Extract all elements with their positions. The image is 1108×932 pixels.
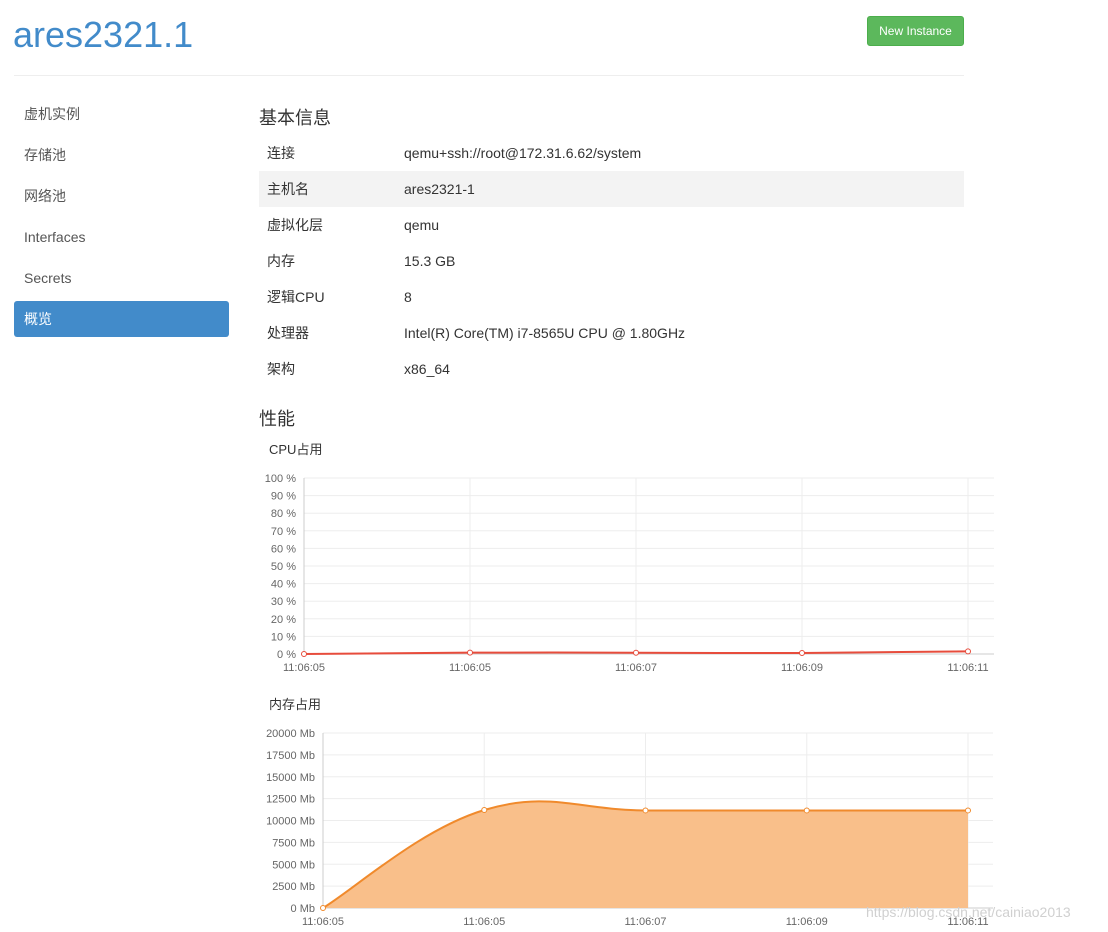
info-value: qemu — [404, 217, 440, 233]
sidebar-item-instances[interactable]: 虚机实例 — [14, 96, 229, 132]
info-row-memory: 内存 15.3 GB — [259, 243, 964, 279]
info-key: 架构 — [267, 361, 295, 377]
y-tick-label: 7500 Mb — [272, 837, 315, 849]
y-tick-label: 12500 Mb — [266, 794, 315, 806]
y-tick-label: 70 % — [271, 526, 296, 538]
x-tick-label: 11:06:11 — [947, 662, 988, 674]
info-key: 内存 — [267, 253, 295, 269]
info-value: ares2321-1 — [404, 171, 964, 207]
header-divider — [14, 75, 964, 76]
y-tick-label: 60 % — [271, 543, 296, 555]
memory-chart-title: 内存占用 — [269, 697, 322, 712]
sidebar-nav: 虚机实例 存储池 网络池 Interfaces Secrets 概览 — [14, 96, 229, 342]
y-tick-label: 30 % — [271, 596, 296, 608]
x-tick-label: 11:06:05 — [283, 662, 325, 674]
y-tick-label: 20000 Mb — [266, 728, 315, 740]
y-tick-label: 10000 Mb — [266, 816, 315, 828]
memory-data-point — [803, 807, 810, 814]
cpu-usage-chart: 100 % 90 % 80 % 70 % 60 % 50 % 40 % 30 % 20 % 10 … — [265, 473, 994, 674]
memory-data-point — [320, 905, 326, 911]
cpu-data-point — [633, 649, 639, 656]
y-tick-label: 2500 Mb — [272, 881, 315, 893]
y-tick-label: 50 % — [271, 561, 296, 573]
y-tick-label: 100 % — [265, 473, 296, 485]
info-key: 主机名 — [259, 171, 404, 207]
y-tick-label: 90 % — [271, 491, 296, 503]
x-tick-label: 11:06:05 — [302, 916, 344, 928]
cpu-data-point — [467, 649, 473, 656]
x-tick-label: 11:06:09 — [781, 662, 823, 674]
sidebar-item-overview[interactable]: 概览 — [14, 301, 229, 337]
y-tick-label: 0 Mb — [291, 903, 315, 915]
info-value: 8 — [404, 289, 412, 305]
info-row-processor: 处理器 Intel(R) Core(TM) i7-8565U CPU @ 1.8… — [259, 315, 964, 351]
x-tick-label: 11:06:05 — [449, 662, 491, 674]
basic-info-table: 连接 qemu+ssh://root@172.31.6.62/system 主机… — [259, 135, 964, 387]
y-tick-label: 80 % — [271, 508, 296, 520]
memory-area-fill — [323, 801, 968, 908]
x-tick-label: 11:06:07 — [624, 916, 666, 928]
x-tick-label: 11:06:07 — [615, 662, 657, 674]
y-tick-label: 17500 Mb — [266, 750, 315, 762]
info-key: 虚拟化层 — [267, 217, 323, 233]
memory-usage-chart: 20000 Mb 17500 Mb 15000 Mb 12500 Mb 10000 Mb… — [266, 728, 993, 928]
y-tick-label: 5000 Mb — [272, 859, 315, 871]
page-title: ares2321.1 — [13, 14, 194, 55]
info-value: 15.3 GB — [404, 253, 456, 269]
info-row-hostname: 主机名 ares2321-1 — [259, 171, 964, 207]
x-tick-label: 11:06:09 — [786, 916, 828, 928]
new-instance-button[interactable]: New Instance — [867, 16, 964, 46]
y-tick-label: 10 % — [271, 631, 296, 643]
info-key: 连接 — [267, 145, 295, 161]
info-row-arch: 架构 x86_64 — [259, 351, 964, 387]
sidebar-item-storage-pools[interactable]: 存储池 — [14, 137, 229, 173]
performance-heading: 性能 — [259, 409, 295, 429]
info-key: 处理器 — [267, 325, 309, 341]
cpu-data-point — [965, 648, 971, 655]
memory-data-point — [965, 807, 971, 814]
info-value: qemu+ssh://root@172.31.6.62/system — [404, 145, 642, 161]
cpu-data-point — [799, 649, 805, 656]
info-row-logical-cpu: 逻辑CPU 8 — [259, 279, 964, 315]
sidebar-item-secrets[interactable]: Secrets — [14, 260, 229, 296]
sidebar-item-network-pools[interactable]: 网络池 — [14, 178, 229, 214]
info-key: 逻辑CPU — [267, 289, 325, 305]
x-tick-label: 11:06:05 — [463, 916, 505, 928]
cpu-data-point — [301, 651, 307, 657]
info-row-hypervisor: 虚拟化层 qemu — [259, 207, 964, 243]
y-tick-label: 40 % — [271, 579, 296, 591]
memory-data-point — [481, 807, 488, 813]
info-row-connection: 连接 qemu+ssh://root@172.31.6.62/system — [259, 135, 964, 171]
y-tick-label: 0 % — [277, 649, 296, 661]
info-value: Intel(R) Core(TM) i7-8565U CPU @ 1.80GHz — [404, 325, 686, 341]
cpu-chart-title: CPU占用 — [269, 442, 323, 457]
basic-info-heading: 基本信息 — [259, 108, 331, 128]
y-tick-label: 20 % — [271, 614, 296, 626]
sidebar-item-interfaces[interactable]: Interfaces — [14, 219, 229, 255]
memory-data-point — [642, 807, 649, 814]
info-value: x86_64 — [404, 361, 450, 377]
watermark: https://blog.csdn.net/cainiao2013 — [866, 904, 1071, 920]
y-tick-label: 15000 Mb — [266, 772, 315, 784]
